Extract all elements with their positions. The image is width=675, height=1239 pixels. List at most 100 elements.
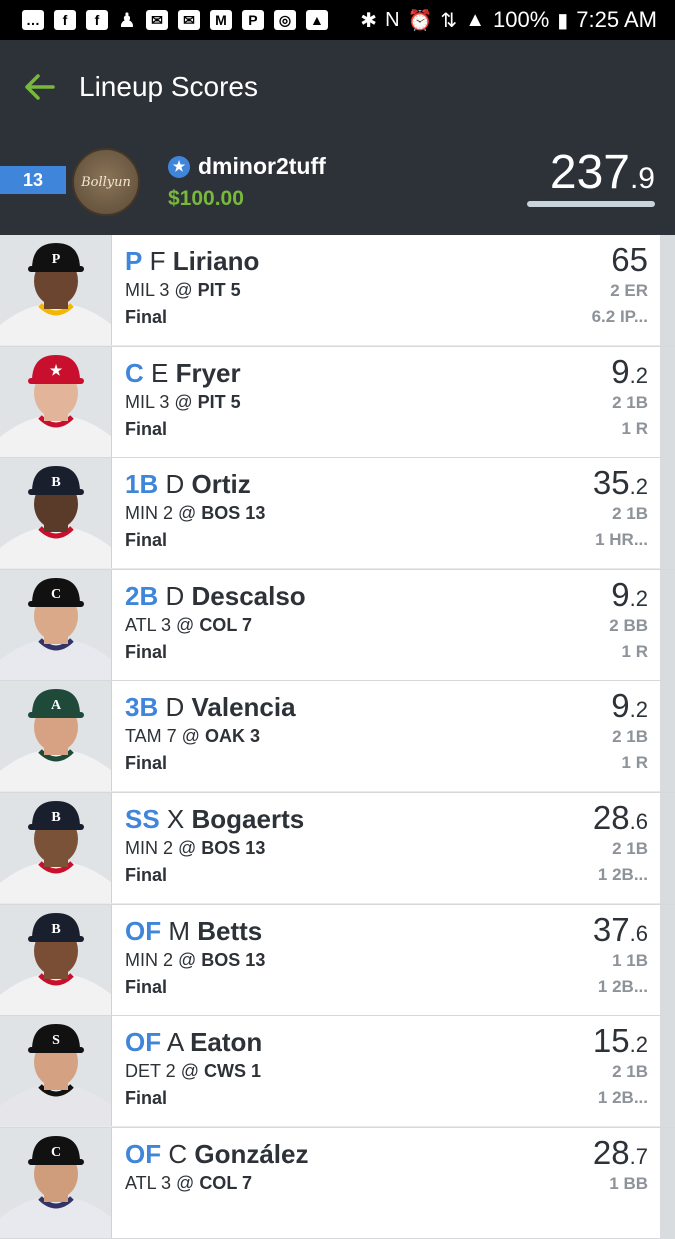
mail-icon: ✉ [177,10,200,30]
player-photo: C [0,569,112,680]
nfc-icon: N [385,8,400,31]
alarm-icon: ⏰ [407,9,433,32]
camera-icon: ◎ [273,10,296,30]
player-position: C [125,357,144,388]
player-photo: ★ [0,346,112,457]
home-team-score: PIT 5 [197,391,241,412]
team-logo-text: Bollyun [81,174,131,190]
player-first-initial: D [165,469,185,500]
player-points-dec: .2 [629,697,648,723]
prize-amount: $100.00 [168,187,244,210]
signal-icon: ▲ [465,8,485,31]
player-row[interactable]: C 2B D Descalso ATL 3 @ COL 7 Final 9.2 … [0,569,675,682]
player-row[interactable]: A 3B D Valencia TAM 7 @ OAK 3 Final 9.2 … [0,681,675,793]
player-points: 65 [611,241,648,279]
player-row[interactable]: P P F Liriano MIL 3 @ PIT 5 Final 65 2 E… [0,235,675,347]
team-logo[interactable]: Bollyun [72,148,140,216]
player-points-dec: .2 [629,362,648,388]
player-photo: B [0,458,112,569]
back-arrow-icon[interactable] [24,71,56,103]
player-last-name: Eaton [190,1027,263,1058]
username-row: ★ dminor2tuff [168,153,326,180]
player-first-initial: E [151,357,169,388]
player-position: 2B [125,580,159,611]
player-points: 15.2 [593,1022,648,1060]
player-points-dec: .2 [629,474,648,500]
player-first-initial: A [166,1027,183,1058]
player-stat-line-1: 2 1B [612,392,648,412]
home-team-score: OAK 3 [204,726,260,747]
game-score: ATL 3 @ COL 7 [125,1172,252,1193]
player-row[interactable]: B OF M Betts MIN 2 @ BOS 13 Final 37.6 1… [0,904,675,1017]
player-stat-line-2: 1 2B... [597,976,648,996]
player-row[interactable]: S OF A Eaton DET 2 @ CWS 1 Final 15.2 2 … [0,1016,675,1128]
player-name: OF A Eaton [125,1027,262,1058]
player-stat-line-1: 2 ER [610,281,648,300]
home-team-score: BOS 13 [201,503,266,524]
gmail-icon: M [209,10,232,30]
player-position: SS [125,803,160,834]
player-points-dec: .2 [629,585,648,611]
player-name: SS X Bogaerts [125,804,304,835]
player-photo: P [0,235,112,345]
scroll-rail [660,1127,675,1239]
player-points-int: 9 [611,575,630,613]
player-points-int: 65 [611,241,648,278]
player-stat-line-1: 2 1B [612,1062,648,1082]
home-team-score: BOS 13 [201,837,266,858]
player-stat-line-2: 1 R [621,418,648,438]
away-team-score: ATL 3 [125,614,172,635]
away-team-score: MIN 2 [125,949,174,970]
clock: 7:25 AM [576,7,657,32]
player-points-int: 37 [592,910,630,948]
player-row[interactable]: B SS X Bogaerts MIN 2 @ BOS 13 Final 28.… [0,792,675,905]
player-name: 2B D Descalso [125,581,306,612]
game-score: TAM 7 @ OAK 3 [125,726,260,747]
game-status: Final [125,418,168,439]
player-points: 35.2 [593,464,648,502]
scroll-rail [660,346,675,458]
game-score: ATL 3 @ COL 7 [125,614,252,635]
mail-icon: ✉ [145,10,168,30]
player-card: OF C González ATL 3 @ COL 7 28.7 1 BB [112,1127,660,1238]
player-points-int: 28 [592,1133,630,1171]
svg-text:P: P [52,252,61,267]
game-status: Final [125,530,168,551]
home-team-score: PIT 5 [197,280,241,300]
player-name: C E Fryer [125,358,241,389]
player-first-initial: C [168,1138,188,1169]
scroll-rail [660,681,675,793]
player-last-name: Descalso [191,580,306,611]
player-points-int: 9 [611,687,630,725]
player-stat-line-2: 1 2B... [597,864,648,884]
player-name: OF M Betts [125,916,262,947]
player-photo: B [0,792,112,903]
total-score-dec: .9 [629,162,655,195]
game-status: Final [125,641,168,662]
scroll-rail [660,792,675,904]
player-first-initial: F [149,246,166,276]
game-status: Final [125,864,168,885]
player-last-name: Fryer [175,357,241,388]
battery-percent: 100% [492,7,550,32]
player-stat-line-1: 1 BB [609,1173,648,1193]
game-score: MIL 3 @ PIT 5 [125,391,241,412]
player-row[interactable]: C OF C González ATL 3 @ COL 7 28.7 1 BB [0,1127,675,1239]
game-score: MIN 2 @ BOS 13 [125,503,266,524]
username[interactable]: dminor2tuff [198,153,326,180]
player-points-dec: .6 [629,920,648,946]
player-points-int: 15 [592,1022,630,1060]
player-stat-line-1: 2 1B [612,504,648,524]
player-card: OF M Betts MIN 2 @ BOS 13 Final 37.6 1 1… [112,904,660,1015]
player-points-int: 28 [592,798,630,836]
player-first-initial: D [165,580,185,611]
away-team-score: ATL 3 [125,1172,172,1193]
status-bar: … f f ♟ ✉ ✉ M P ◎ ▲ ✱ N ⏰ ⇅ ▲ 100% ▮ 7:2… [0,0,675,40]
svg-text:C: C [51,587,61,602]
player-points-dec: .7 [629,1143,648,1169]
player-stat-line-1: 2 BB [609,615,648,635]
player-points-int: 9 [611,352,630,390]
player-row[interactable]: B 1B D Ortiz MIN 2 @ BOS 13 Final 35.2 2… [0,458,675,570]
player-stat-line-2: 1 HR... [595,530,648,550]
player-row[interactable]: ★ C E Fryer MIL 3 @ PIT 5 Final 9.2 2 1B… [0,346,675,459]
